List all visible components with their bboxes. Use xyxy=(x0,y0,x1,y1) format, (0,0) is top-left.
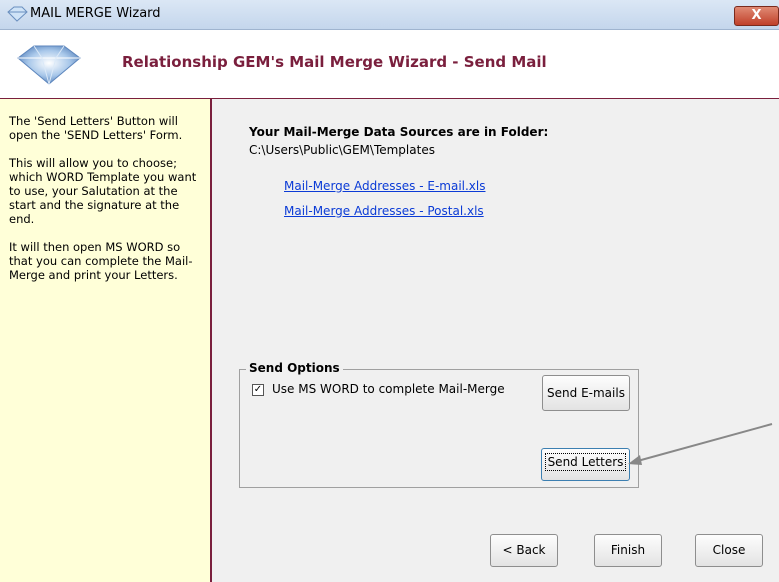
data-sources-heading: Your Mail-Merge Data Sources are in Fold… xyxy=(249,125,549,139)
use-word-checkbox[interactable]: ✓ xyxy=(252,384,264,396)
help-panel: The 'Send Letters' Button will open the … xyxy=(0,99,212,582)
back-label: < Back xyxy=(502,543,546,557)
app-icon xyxy=(7,6,28,22)
help-text: This will allow you to choose; which WOR… xyxy=(9,156,197,226)
window-close-button[interactable]: X xyxy=(734,6,779,26)
title-bar: MAIL MERGE Wizard X xyxy=(0,0,779,30)
wizard-header: Relationship GEM's Mail Merge Wizard - S… xyxy=(0,30,779,99)
checkmark-icon: ✓ xyxy=(253,384,263,395)
back-button[interactable]: < Back xyxy=(490,534,558,567)
finish-button[interactable]: Finish xyxy=(594,534,662,567)
send-emails-label: Send E-mails xyxy=(547,386,625,400)
help-text: It will then open MS WORD so that you ca… xyxy=(9,240,193,282)
send-options-legend: Send Options xyxy=(246,361,343,375)
folder-path: C:\Users\Public\GEM\Templates xyxy=(249,143,435,157)
send-emails-button[interactable]: Send E-mails xyxy=(542,375,630,411)
window-title: MAIL MERGE Wizard xyxy=(30,6,161,21)
annotation-arrow-icon xyxy=(628,423,773,465)
postal-addresses-link[interactable]: Mail-Merge Addresses - Postal.xls xyxy=(284,204,484,218)
email-addresses-link[interactable]: Mail-Merge Addresses - E-mail.xls xyxy=(284,179,486,193)
finish-label: Finish xyxy=(610,543,646,557)
close-label: Close xyxy=(712,543,746,557)
send-letters-label: Send Letters xyxy=(544,453,627,471)
page-title: Relationship GEM's Mail Merge Wizard - S… xyxy=(122,53,547,71)
diamond-logo-icon xyxy=(17,45,81,86)
send-letters-button[interactable]: Send Letters xyxy=(541,448,630,481)
close-button[interactable]: Close xyxy=(695,534,763,567)
help-text: The 'Send Letters' Button will open the … xyxy=(9,114,183,142)
use-word-checkbox-label[interactable]: Use MS WORD to complete Mail-Merge xyxy=(272,382,505,396)
close-icon: X xyxy=(751,8,762,23)
